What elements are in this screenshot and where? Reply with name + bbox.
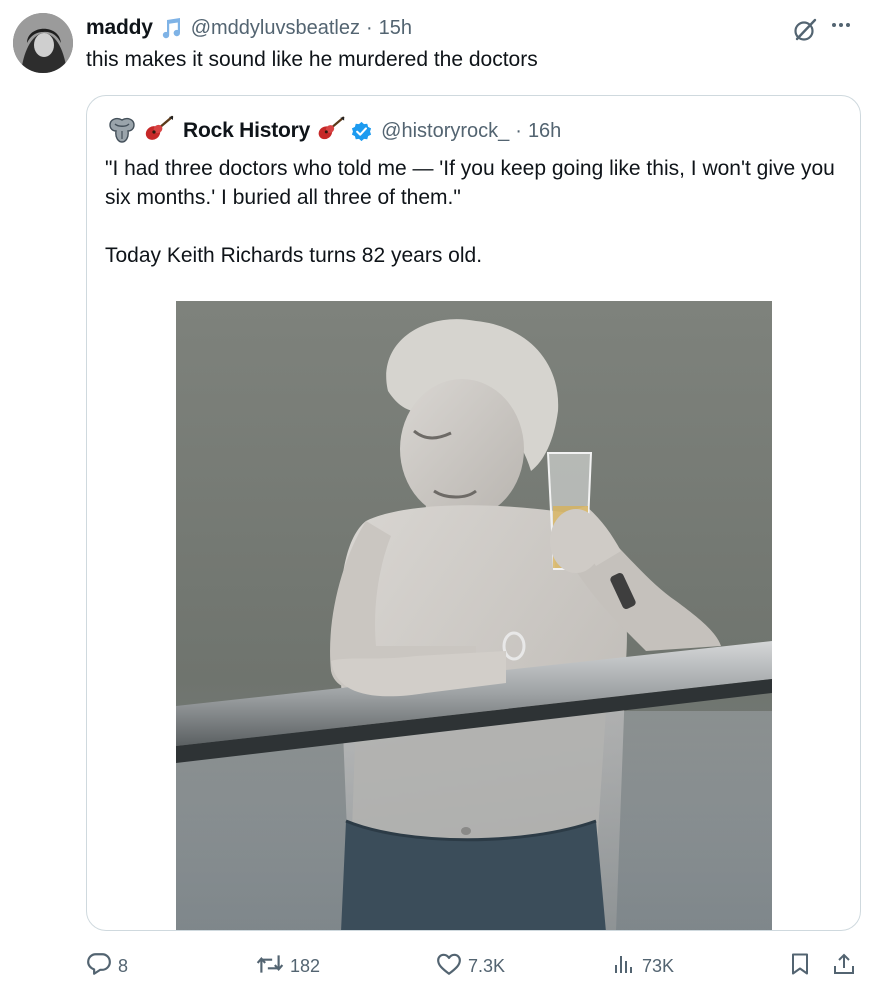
separator: · <box>365 16 373 39</box>
repost-icon <box>256 951 284 982</box>
bookmark-icon <box>788 951 812 982</box>
views-button[interactable]: 73K <box>612 951 674 981</box>
quote-author-name[interactable]: Rock History <box>183 119 310 143</box>
guitar-icon <box>316 115 346 148</box>
share-icon <box>832 951 856 982</box>
grok-icon[interactable] <box>792 17 818 48</box>
quote-header: Rock History @historyrock_ · 16h <box>107 115 561 148</box>
repost-button[interactable]: 182 <box>256 951 320 981</box>
quoted-tweet[interactable]: Rock History @historyrock_ · 16h "I had … <box>86 95 861 931</box>
views-icon <box>612 951 636 982</box>
timestamp[interactable]: 15h <box>379 17 412 40</box>
bookmark-button[interactable] <box>788 951 812 981</box>
music-note-icon <box>159 16 183 40</box>
quote-photo[interactable] <box>176 301 772 930</box>
author-avatar[interactable] <box>13 13 73 73</box>
reply-count: 8 <box>118 955 129 976</box>
rolling-stones-tongue-icon <box>107 115 137 148</box>
repost-count: 182 <box>290 955 321 976</box>
author-name[interactable]: maddy <box>86 16 153 40</box>
quote-timestamp[interactable]: 16h <box>528 120 561 143</box>
reply-button[interactable]: 8 <box>86 951 128 981</box>
action-bar: 8 182 7.3K 73K <box>86 951 866 981</box>
like-icon <box>436 951 462 982</box>
separator: · <box>515 119 522 142</box>
views-count: 73K <box>642 955 675 976</box>
reply-icon <box>86 951 112 982</box>
share-button[interactable] <box>832 951 856 981</box>
quote-author-handle[interactable]: @historyrock_ <box>381 120 509 143</box>
quote-text: "I had three doctors who told me — 'If y… <box>105 157 835 267</box>
more-icon[interactable] <box>832 23 850 27</box>
verified-badge-icon[interactable] <box>350 120 373 143</box>
tweet-header: maddy @mddyluvsbeatlez · 15h <box>86 14 412 42</box>
tweet-text: this makes it sound like he murdered the… <box>86 48 538 71</box>
guitar-icon <box>137 115 175 148</box>
author-handle[interactable]: @mddyluvsbeatlez <box>191 17 360 40</box>
like-count: 7.3K <box>468 955 506 976</box>
like-button[interactable]: 7.3K <box>436 951 505 981</box>
